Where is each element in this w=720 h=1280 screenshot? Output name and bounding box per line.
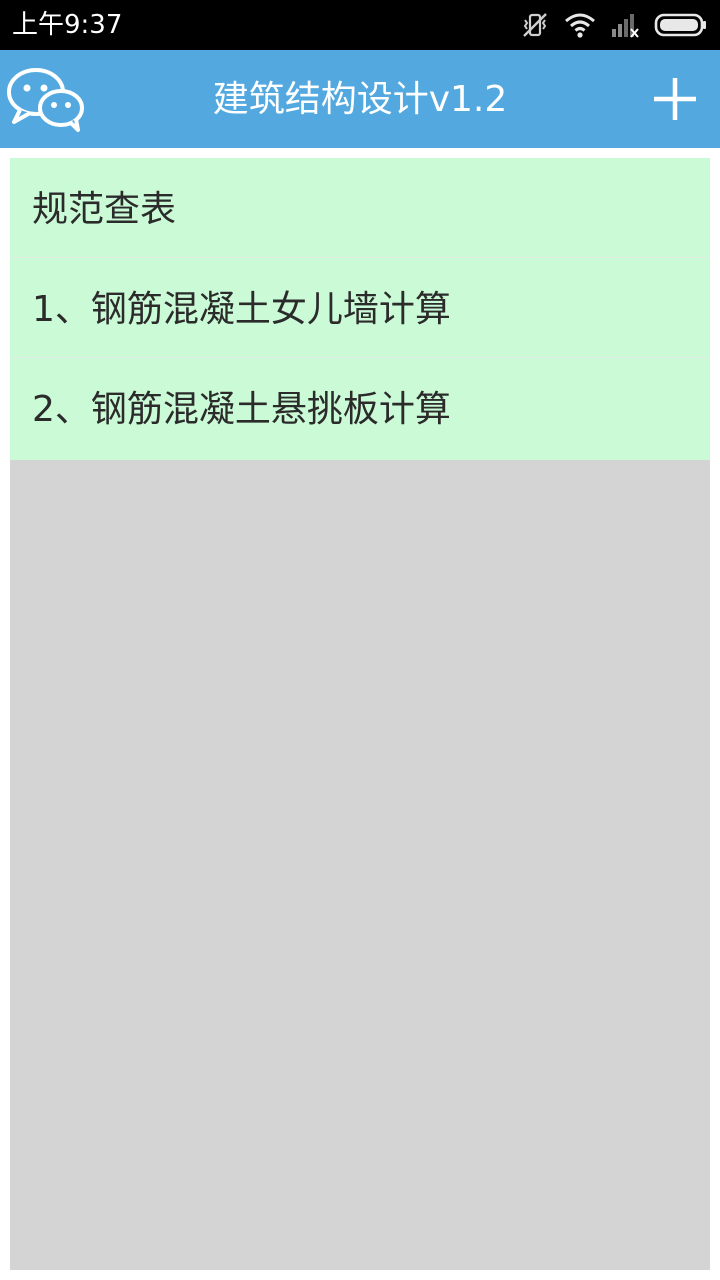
wechat-logo-icon[interactable] bbox=[6, 66, 86, 132]
plus-icon bbox=[654, 78, 696, 120]
status-time: 上午9:37 bbox=[12, 10, 123, 40]
battery-icon bbox=[654, 11, 708, 39]
vibrate-off-icon bbox=[520, 10, 550, 40]
list-item-parapet-calc[interactable]: 1、钢筋混凝土女儿墙计算 bbox=[10, 258, 710, 358]
app-bar: 建筑结构设计v1.2 bbox=[0, 50, 720, 148]
add-button[interactable] bbox=[646, 70, 704, 128]
list-item-code-lookup[interactable]: 规范查表 bbox=[10, 158, 710, 258]
page-title: 建筑结构设计v1.2 bbox=[212, 79, 508, 120]
signal-icon bbox=[610, 11, 640, 39]
list-item-cantilever-slab-calc[interactable]: 2、钢筋混凝土悬挑板计算 bbox=[10, 358, 710, 460]
wifi-icon bbox=[564, 11, 596, 39]
status-bar: 上午9:37 bbox=[0, 0, 720, 50]
content-area: 规范查表 1、钢筋混凝土女儿墙计算 2、钢筋混凝土悬挑板计算 bbox=[10, 158, 710, 1270]
status-icons bbox=[520, 8, 708, 42]
menu-list: 规范查表 1、钢筋混凝土女儿墙计算 2、钢筋混凝土悬挑板计算 bbox=[10, 158, 710, 460]
